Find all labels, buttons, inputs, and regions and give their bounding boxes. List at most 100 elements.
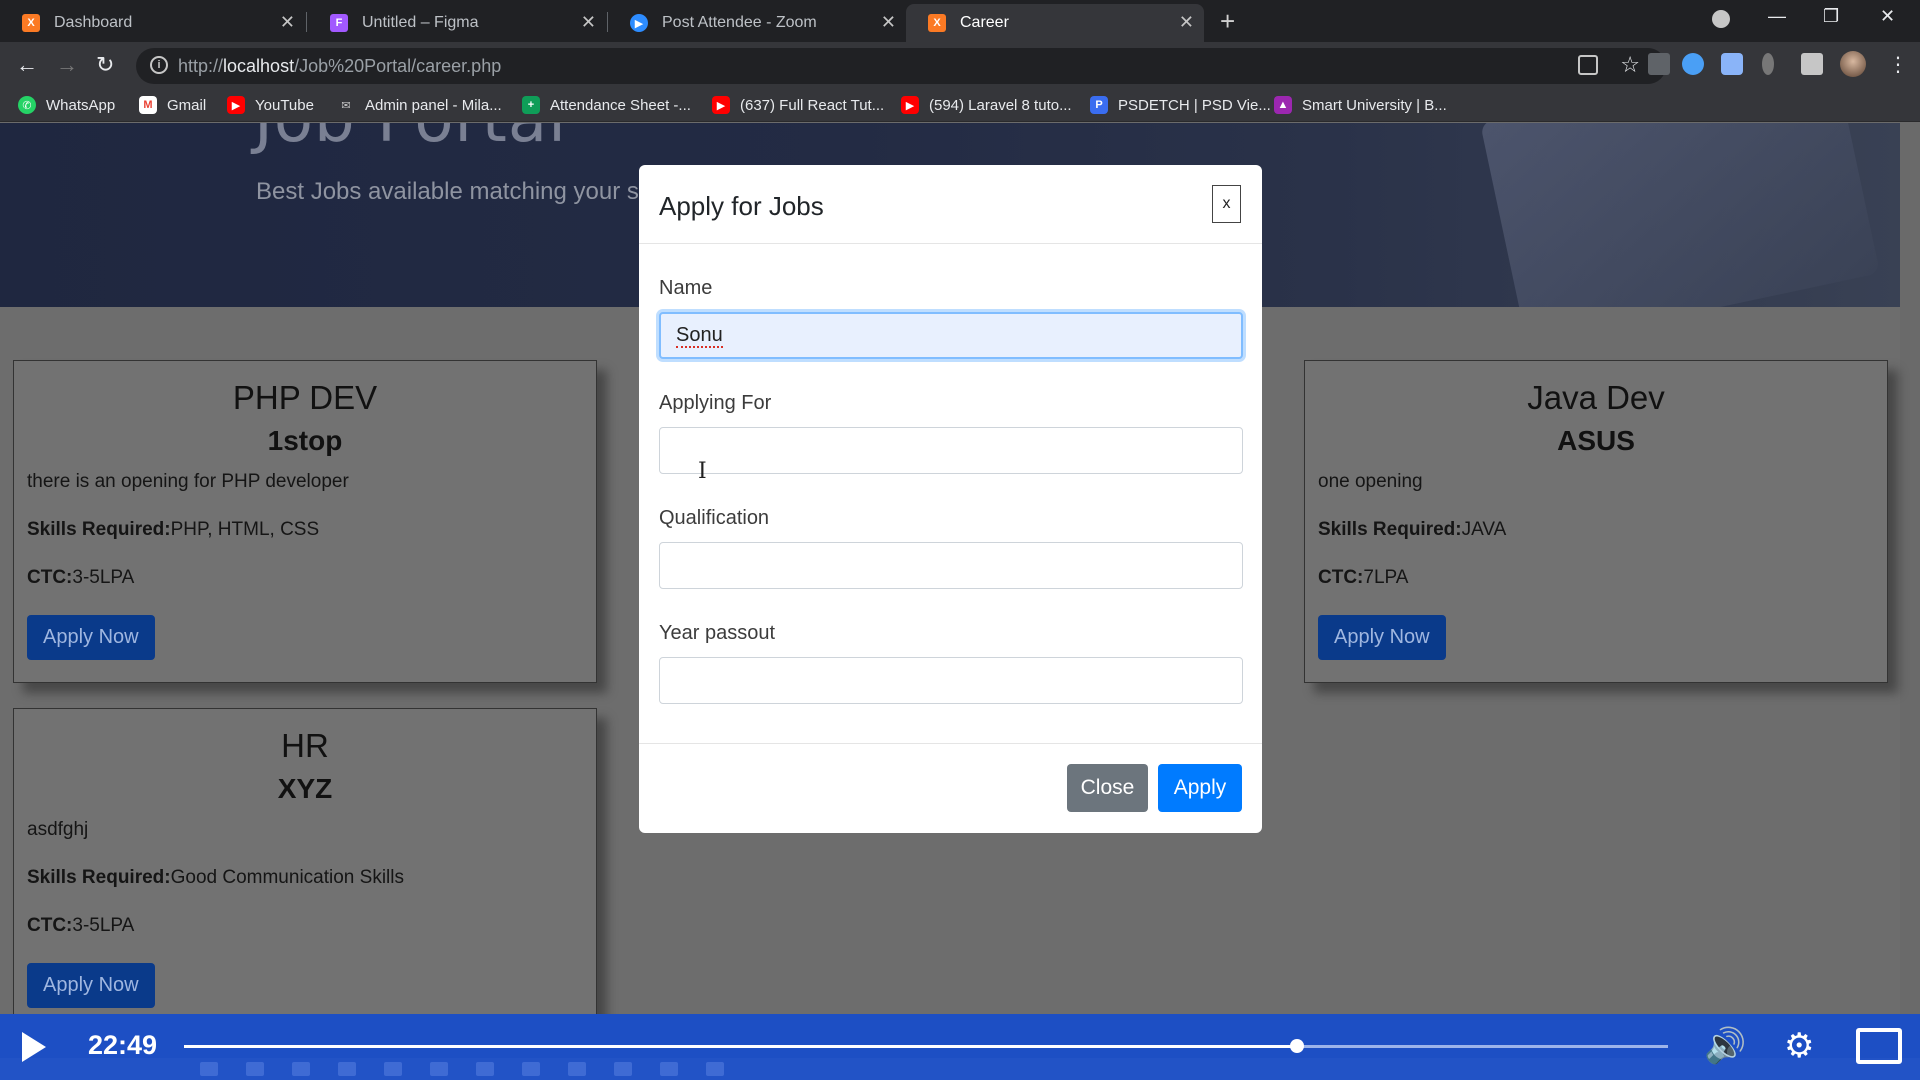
page-scrollbar[interactable] [1900, 123, 1920, 1080]
extension-screen-icon[interactable] [1721, 53, 1743, 75]
site-info-icon[interactable]: i [150, 56, 168, 74]
applying-for-label: Applying For [659, 392, 772, 414]
extension-grey-icon[interactable] [1762, 53, 1774, 75]
apply-now-button[interactable]: Apply Now [1318, 615, 1446, 660]
bookmark-label: WhatsApp [46, 96, 116, 114]
tab-search-icon[interactable] [1712, 10, 1730, 28]
bookmarks-bar: ✆ WhatsApp M Gmail ▶ YouTube ✉ Admin pan… [0, 88, 1920, 122]
company-name: ASUS [1557, 425, 1635, 456]
gear-icon[interactable]: ⚙ [1784, 1026, 1814, 1066]
menu-kebab-icon[interactable]: ⋮ [1888, 52, 1908, 77]
bookmark-laravel-tutorial[interactable]: ▶ (594) Laravel 8 tuto... [901, 96, 1072, 114]
bookmark-attendance-sheet[interactable]: + Attendance Sheet -... [522, 96, 691, 114]
bookmark-label: Attendance Sheet -... [550, 96, 691, 114]
bookmark-psdetch[interactable]: P PSDETCH | PSD Vie... [1090, 96, 1271, 114]
tab-zoom[interactable]: ▶ Post Attendee - Zoom ✕ [608, 4, 906, 42]
extension-blue-icon[interactable] [1682, 53, 1704, 75]
youtube-icon: ▶ [227, 96, 245, 114]
taskbar-ghost [0, 1058, 1920, 1080]
video-scrub-handle[interactable] [1290, 1039, 1304, 1053]
volume-icon[interactable]: 🔊 [1704, 1026, 1746, 1066]
apply-button[interactable]: Apply [1158, 764, 1242, 812]
laptop-illustration [1480, 123, 1880, 307]
company-name: 1stop [267, 425, 343, 456]
taskbar-ghost-icon [430, 1062, 448, 1076]
reload-icon[interactable]: ↻ [96, 52, 114, 78]
translate-icon[interactable] [1578, 55, 1598, 75]
forward-arrow-icon[interactable]: → [56, 52, 78, 78]
bookmark-smart-university[interactable]: ▲ Smart University | B... [1274, 96, 1447, 114]
qualification-label: Qualification [659, 507, 770, 529]
skills-row: Skills Required:PHP, HTML, CSS [27, 519, 583, 541]
job-card-php-dev: PHP DEV 1stop there is an opening for PH… [13, 360, 597, 683]
psdetch-icon: P [1090, 96, 1108, 114]
apply-now-button[interactable]: Apply Now [27, 963, 155, 1008]
figma-icon: F [330, 14, 348, 32]
envelope-icon: ✉ [341, 99, 351, 112]
apply-now-button[interactable]: Apply Now [27, 615, 155, 660]
job-card-java-dev: Java Dev ASUS one opening Skills Require… [1304, 360, 1888, 683]
bookmark-label: YouTube [255, 96, 314, 114]
text-cursor-icon: I [698, 459, 707, 484]
puzzle-icon[interactable] [1801, 53, 1823, 75]
close-button[interactable]: Close [1067, 764, 1148, 812]
restore-button[interactable]: ❐ [1823, 6, 1839, 27]
qualification-input[interactable] [659, 542, 1243, 589]
taskbar-ghost-icon [384, 1062, 402, 1076]
ctc-label: CTC: [27, 915, 73, 936]
taskbar-ghost-icon [614, 1062, 632, 1076]
tab-figma[interactable]: F Untitled – Figma ✕ [308, 4, 606, 42]
name-value: Sonu [676, 323, 723, 348]
url-host: localhost [223, 55, 295, 76]
url-path: /Job%20Portal/career.php [294, 55, 502, 76]
new-tab-button[interactable]: + [1220, 6, 1235, 37]
avatar[interactable] [1840, 51, 1866, 77]
video-timecode: 22:49 [88, 1030, 158, 1060]
bookmark-youtube[interactable]: ▶ YouTube [227, 96, 314, 114]
bookmark-label: (594) Laravel 8 tuto... [929, 96, 1072, 114]
ctc-label: CTC: [1318, 567, 1364, 588]
university-icon: ▲ [1274, 96, 1292, 114]
bookmark-admin-panel[interactable]: ✉ Admin panel - Mila... [337, 96, 501, 114]
job-description: one opening [1318, 471, 1423, 492]
address-bar[interactable]: i http://localhost/Job%20Portal/career.p… [136, 48, 1666, 84]
skills-label: Skills Required: [27, 867, 171, 888]
hero-title: Job Portal [254, 123, 567, 157]
whatsapp-icon: ✆ [18, 96, 36, 114]
close-tab-icon[interactable]: ✕ [1179, 12, 1194, 33]
modal-close-x-button[interactable]: x [1212, 185, 1241, 223]
back-arrow-icon[interactable]: ← [16, 52, 38, 78]
tab-label: Career [960, 14, 1009, 31]
taskbar-ghost-icon [660, 1062, 678, 1076]
url-prefix: http:// [178, 55, 224, 76]
minimize-button[interactable]: — [1768, 6, 1786, 27]
apply-modal: Apply for Jobs x Name Sonu Applying For … [639, 165, 1262, 833]
bookmark-star-icon[interactable]: ☆ [1620, 52, 1640, 78]
name-input[interactable]: Sonu [659, 312, 1243, 359]
tab-divider [306, 12, 307, 32]
close-window-button[interactable]: ✕ [1880, 6, 1895, 27]
close-tab-icon[interactable]: ✕ [280, 12, 295, 33]
close-tab-icon[interactable]: ✕ [581, 12, 596, 33]
applying-for-input[interactable] [659, 427, 1243, 474]
fullscreen-icon[interactable] [1856, 1028, 1902, 1064]
modal-footer: Close Apply [639, 743, 1262, 833]
tab-dashboard[interactable]: X Dashboard ✕ [0, 4, 305, 42]
tab-career[interactable]: X Career ✕ [906, 4, 1204, 42]
year-passout-input[interactable] [659, 657, 1243, 704]
bookmark-react-tutorial[interactable]: ▶ (637) Full React Tut... [712, 96, 884, 114]
xampp-icon: X [22, 14, 40, 32]
job-description: there is an opening for PHP developer [27, 471, 349, 492]
tab-label: Untitled – Figma [362, 14, 479, 31]
video-progress-fill [184, 1045, 1297, 1048]
tab-strip: X Dashboard ✕ F Untitled – Figma ✕ ▶ Pos… [0, 0, 1920, 42]
job-description: asdfghj [27, 819, 89, 840]
close-tab-icon[interactable]: ✕ [881, 12, 896, 33]
video-progress-bar[interactable] [184, 1039, 1668, 1053]
extension-pen-icon[interactable] [1648, 53, 1670, 75]
bookmark-whatsapp[interactable]: ✆ WhatsApp [18, 96, 115, 114]
play-icon[interactable] [22, 1032, 46, 1062]
taskbar-ghost-icon [246, 1062, 264, 1076]
bookmark-gmail[interactable]: M Gmail [139, 96, 206, 114]
job-title: Java Dev [1527, 379, 1665, 416]
